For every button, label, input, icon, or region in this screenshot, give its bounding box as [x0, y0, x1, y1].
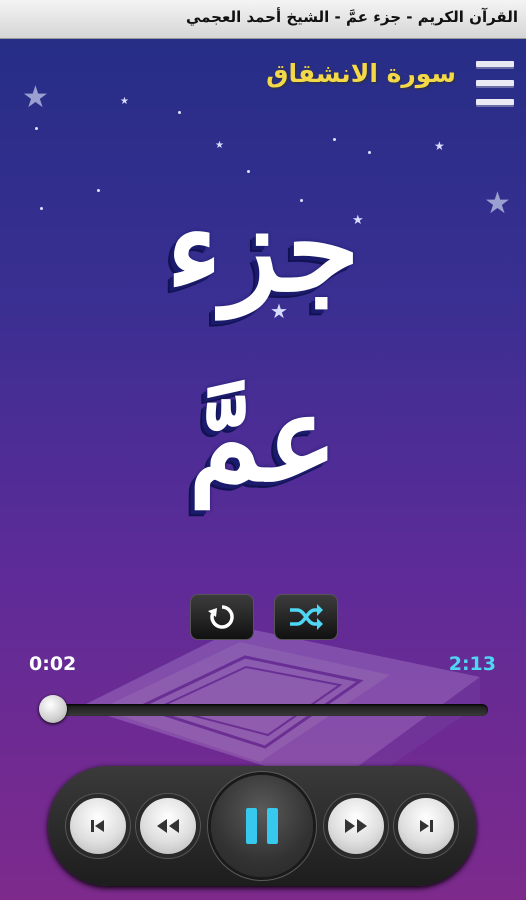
- juz-title-line2: عمَّ: [188, 369, 338, 508]
- title-bar: القرآن الكريم - جزء عمَّ - الشيخ أحمد ال…: [0, 0, 526, 39]
- total-time: 2:13: [448, 653, 496, 675]
- player-screen: ★ ★ ★ ★ ★ ★ ★ سورة الانشقاق جزء عمَّ 0:0…: [0, 39, 526, 900]
- menu-button[interactable]: [476, 61, 514, 105]
- star-icon: ★: [120, 96, 129, 107]
- current-time: 0:02: [29, 653, 77, 675]
- menu-bar: [476, 99, 514, 105]
- fast-forward-icon: [345, 819, 367, 833]
- star-dot: [35, 127, 38, 130]
- skip-previous-icon: [91, 820, 104, 832]
- star-icon: ★: [22, 80, 49, 115]
- rewind-button[interactable]: [140, 798, 196, 854]
- star-icon: ★: [215, 140, 224, 151]
- previous-track-button[interactable]: [70, 798, 126, 854]
- star-icon: ★: [434, 139, 445, 153]
- pause-button[interactable]: [211, 775, 313, 877]
- star-dot: [368, 151, 371, 154]
- menu-bar: [476, 61, 514, 67]
- juz-title-line1: جزء: [166, 179, 360, 318]
- playback-controls: [48, 766, 476, 886]
- pause-icon: [246, 808, 278, 844]
- rewind-icon: [157, 819, 179, 833]
- repeat-button[interactable]: [190, 594, 254, 640]
- shuffle-icon: [290, 604, 323, 630]
- shuffle-button[interactable]: [274, 594, 338, 640]
- app-title: القرآن الكريم - جزء عمَّ - الشيخ أحمد ال…: [185, 8, 518, 26]
- skip-next-icon: [420, 820, 433, 832]
- star-dot: [333, 138, 336, 141]
- star-dot: [247, 170, 250, 173]
- star-dot: [178, 111, 181, 114]
- repeat-icon: [208, 605, 234, 629]
- seek-bar[interactable]: [40, 704, 488, 716]
- surah-title: سورة الانشقاق: [266, 59, 456, 88]
- seek-thumb[interactable]: [38, 695, 67, 723]
- fast-forward-button[interactable]: [328, 798, 384, 854]
- next-track-button[interactable]: [398, 798, 454, 854]
- menu-bar: [476, 80, 514, 86]
